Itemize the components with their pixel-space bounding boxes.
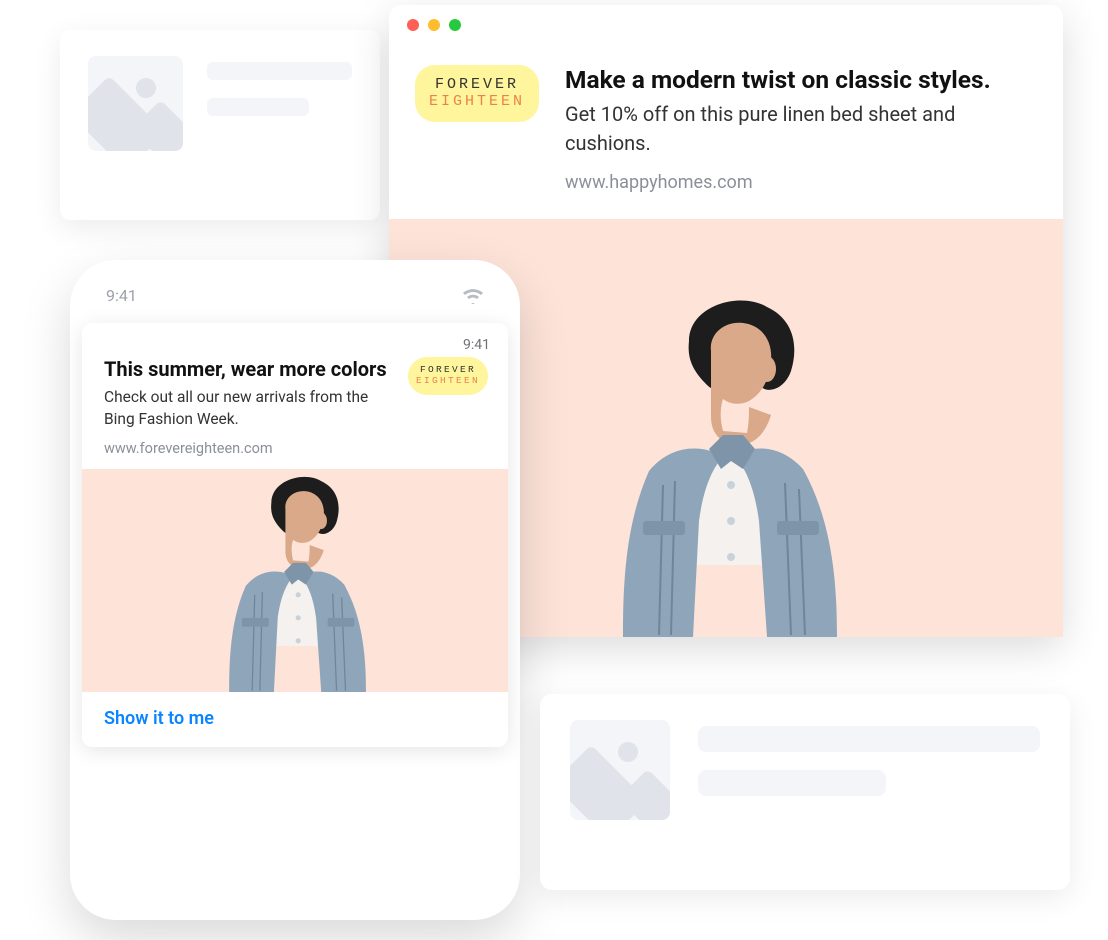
- brand-line2: EIGHTEEN: [429, 93, 525, 110]
- brand-line1: FOREVER: [429, 76, 525, 93]
- person-figure-icon: [571, 285, 881, 637]
- placeholder-card-bottom-right: [540, 694, 1070, 890]
- brand-logo: FOREVER EIGHTEEN: [415, 65, 539, 122]
- placeholder-card-top-left: [60, 30, 380, 220]
- window-minimize-icon[interactable]: [428, 19, 440, 31]
- window-close-icon[interactable]: [407, 19, 419, 31]
- ad-link[interactable]: www.happyhomes.com: [565, 172, 1037, 193]
- cta-button[interactable]: Show it to me: [82, 692, 508, 747]
- notification-hero-image: [82, 469, 508, 692]
- notification-time: 9:41: [463, 337, 490, 353]
- image-placeholder-icon: [570, 720, 670, 820]
- brand-line2: EIGHTEEN: [416, 376, 480, 387]
- ad-headline: Make a modern twist on classic styles.: [565, 65, 1037, 94]
- person-figure-icon: [190, 469, 400, 692]
- window-maximize-icon[interactable]: [449, 19, 461, 31]
- notification-link[interactable]: www.forevereighteen.com: [104, 440, 398, 457]
- wifi-icon: [462, 288, 484, 304]
- ad-subhead: Get 10% off on this pure linen bed sheet…: [565, 100, 1037, 158]
- status-time: 9:41: [106, 286, 137, 305]
- text-placeholder-lines: [698, 720, 1040, 864]
- brand-logo-small: FOREVER EIGHTEEN: [408, 357, 488, 395]
- notification-headline: This summer, wear more colors: [104, 357, 398, 381]
- text-placeholder-lines: [207, 56, 352, 194]
- image-placeholder-icon: [88, 56, 183, 151]
- notification-subhead: Check out all our new arrivals from the …: [104, 387, 398, 430]
- phone-mock: 9:41 9:41 This summer, wear more colors …: [70, 260, 520, 920]
- notification-card[interactable]: 9:41 This summer, wear more colors Check…: [82, 323, 508, 747]
- window-controls: [389, 5, 1063, 45]
